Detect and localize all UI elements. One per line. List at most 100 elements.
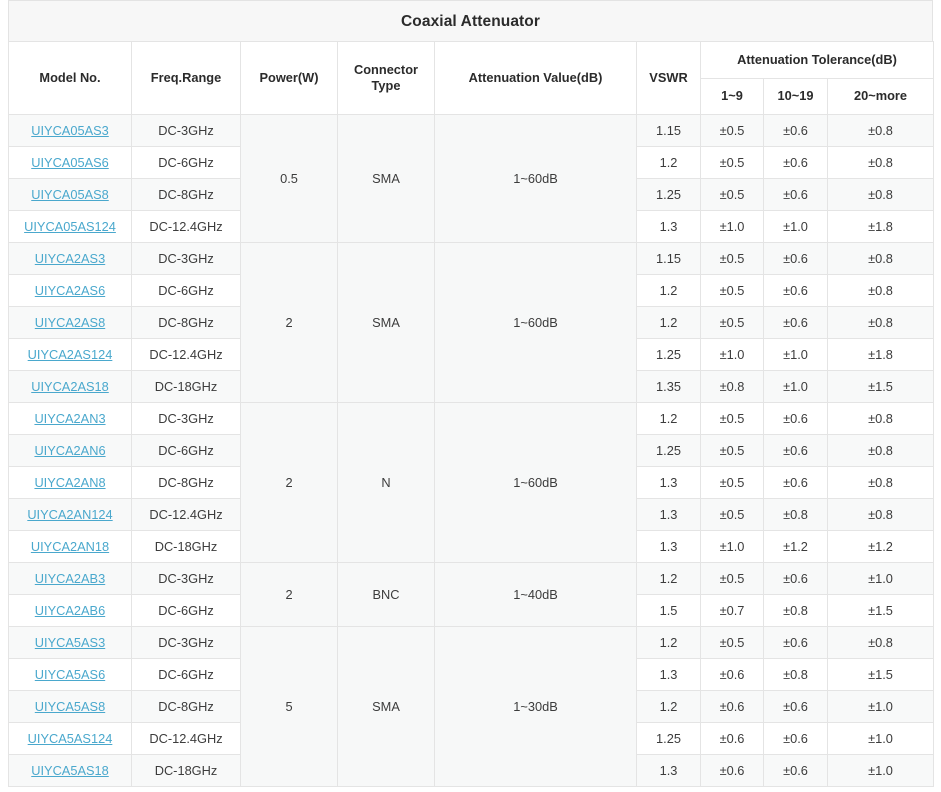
model-link[interactable]: UIYCA2AN8 [34,475,105,490]
cell-tolerance-10-19: ±0.6 [764,755,828,787]
cell-model-no: UIYCA2AN124 [9,499,132,531]
model-link[interactable]: UIYCA2AN124 [27,507,112,522]
cell-freq-range: DC-8GHz [132,307,241,339]
cell-tolerance-1-9: ±0.5 [701,147,764,179]
cell-power: 0.5 [241,115,338,243]
cell-vswr: 1.5 [637,595,701,627]
model-link[interactable]: UIYCA5AS3 [35,635,105,650]
cell-freq-range: DC-18GHz [132,755,241,787]
column-header-model-no: Model No. [9,42,132,115]
cell-power: 5 [241,627,338,787]
cell-tolerance-1-9: ±0.5 [701,275,764,307]
cell-attenuation-value: 1~60dB [435,403,637,563]
cell-freq-range: DC-18GHz [132,371,241,403]
model-link[interactable]: UIYCA05AS124 [24,219,116,234]
cell-connector-type: SMA [338,627,435,787]
model-link[interactable]: UIYCA2AS8 [35,315,105,330]
cell-vswr: 1.15 [637,115,701,147]
model-link[interactable]: UIYCA2AN18 [31,539,109,554]
cell-freq-range: DC-3GHz [132,115,241,147]
cell-vswr: 1.25 [637,435,701,467]
cell-tolerance-20-more: ±0.8 [828,147,934,179]
model-link[interactable]: UIYCA5AS124 [28,731,113,746]
column-header-freq-range: Freq.Range [132,42,241,115]
cell-freq-range: DC-12.4GHz [132,723,241,755]
cell-model-no: UIYCA05AS3 [9,115,132,147]
model-link[interactable]: UIYCA5AS8 [35,699,105,714]
cell-tolerance-1-9: ±0.5 [701,499,764,531]
cell-tolerance-10-19: ±0.6 [764,179,828,211]
cell-attenuation-value: 1~40dB [435,563,637,627]
cell-tolerance-10-19: ±0.8 [764,595,828,627]
column-header-vswr: VSWR [637,42,701,115]
cell-model-no: UIYCA5AS124 [9,723,132,755]
cell-tolerance-10-19: ±0.8 [764,499,828,531]
model-link[interactable]: UIYCA2AS6 [35,283,105,298]
cell-tolerance-10-19: ±0.6 [764,563,828,595]
cell-tolerance-10-19: ±0.6 [764,115,828,147]
cell-tolerance-1-9: ±0.5 [701,307,764,339]
cell-freq-range: DC-3GHz [132,563,241,595]
cell-vswr: 1.3 [637,211,701,243]
cell-tolerance-1-9: ±0.7 [701,595,764,627]
cell-model-no: UIYCA2AN6 [9,435,132,467]
table-row: UIYCA2AS3DC-3GHz2SMA1~60dB1.15±0.5±0.6±0… [9,243,934,275]
cell-tolerance-20-more: ±1.8 [828,339,934,371]
cell-vswr: 1.2 [637,563,701,595]
cell-freq-range: DC-6GHz [132,435,241,467]
cell-tolerance-10-19: ±1.0 [764,371,828,403]
model-link[interactable]: UIYCA2AB3 [35,571,105,586]
cell-tolerance-10-19: ±1.2 [764,531,828,563]
cell-vswr: 1.25 [637,339,701,371]
model-link[interactable]: UIYCA05AS6 [31,155,109,170]
cell-model-no: UIYCA5AS6 [9,659,132,691]
cell-tolerance-20-more: ±0.8 [828,275,934,307]
model-link[interactable]: UIYCA2AS3 [35,251,105,266]
cell-tolerance-1-9: ±0.5 [701,115,764,147]
cell-tolerance-10-19: ±0.6 [764,403,828,435]
cell-tolerance-10-19: ±0.6 [764,435,828,467]
cell-tolerance-20-more: ±0.8 [828,179,934,211]
cell-connector-type: N [338,403,435,563]
cell-tolerance-10-19: ±1.0 [764,339,828,371]
cell-freq-range: DC-12.4GHz [132,211,241,243]
cell-connector-type: SMA [338,243,435,403]
cell-tolerance-20-more: ±1.0 [828,723,934,755]
model-link[interactable]: UIYCA2AN6 [34,443,105,458]
cell-tolerance-20-more: ±1.0 [828,563,934,595]
cell-connector-type: BNC [338,563,435,627]
cell-tolerance-1-9: ±0.5 [701,403,764,435]
cell-freq-range: DC-3GHz [132,243,241,275]
cell-vswr: 1.3 [637,755,701,787]
cell-tolerance-1-9: ±0.5 [701,563,764,595]
cell-tolerance-10-19: ±1.0 [764,211,828,243]
column-header-attenuation-value: Attenuation Value(dB) [435,42,637,115]
cell-tolerance-10-19: ±0.6 [764,627,828,659]
cell-tolerance-20-more: ±0.8 [828,243,934,275]
cell-power: 2 [241,243,338,403]
cell-model-no: UIYCA2AS18 [9,371,132,403]
cell-tolerance-1-9: ±1.0 [701,211,764,243]
cell-freq-range: DC-3GHz [132,627,241,659]
model-link[interactable]: UIYCA2AS124 [28,347,113,362]
cell-tolerance-10-19: ±0.6 [764,275,828,307]
model-link[interactable]: UIYCA5AS18 [31,763,109,778]
cell-freq-range: DC-3GHz [132,403,241,435]
cell-vswr: 1.35 [637,371,701,403]
model-link[interactable]: UIYCA05AS8 [31,187,109,202]
cell-freq-range: DC-6GHz [132,147,241,179]
cell-tolerance-1-9: ±1.0 [701,531,764,563]
cell-vswr: 1.15 [637,243,701,275]
cell-tolerance-1-9: ±1.0 [701,339,764,371]
cell-tolerance-20-more: ±1.5 [828,371,934,403]
cell-vswr: 1.2 [637,307,701,339]
model-link[interactable]: UIYCA2AS18 [31,379,109,394]
model-link[interactable]: UIYCA2AB6 [35,603,105,618]
model-link[interactable]: UIYCA05AS3 [31,123,109,138]
cell-vswr: 1.2 [637,147,701,179]
model-link[interactable]: UIYCA5AS6 [35,667,105,682]
model-link[interactable]: UIYCA2AN3 [34,411,105,426]
cell-freq-range: DC-12.4GHz [132,339,241,371]
cell-tolerance-1-9: ±0.6 [701,755,764,787]
cell-power: 2 [241,563,338,627]
